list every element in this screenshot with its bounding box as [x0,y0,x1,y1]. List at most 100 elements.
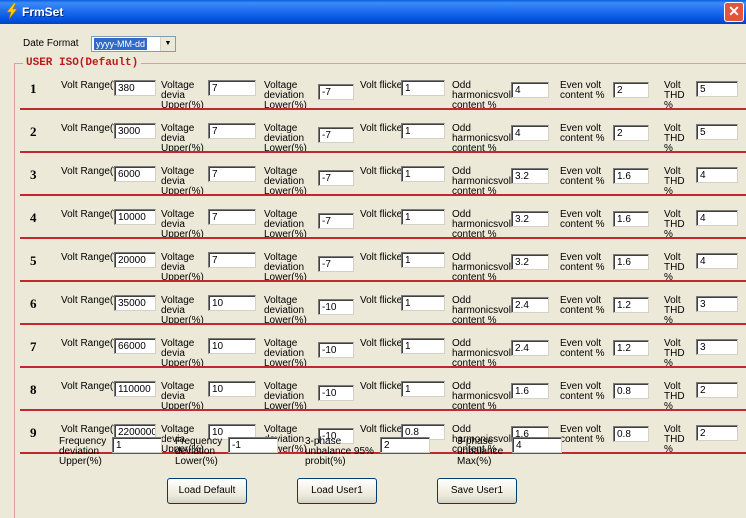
voltage-dev-upper-label-line: Voltage devia [161,338,195,359]
even-volt-label: Even volt content % [560,425,610,445]
odd-harmonics-input[interactable]: 2.4 [511,340,549,356]
even-volt-input[interactable]: 2 [613,82,649,98]
volt-range-label: Volt Range(V [61,424,120,435]
load-user1-button[interactable]: Load User1 [297,478,377,504]
even-volt-input[interactable]: 2 [613,125,649,141]
freq-lower-input[interactable]: -1 [228,437,278,453]
voltage-dev-upper-input[interactable]: 7 [208,80,256,96]
voltage-dev-lower-input[interactable]: -7 [318,256,354,272]
voltage-dev-upper-input[interactable]: 7 [208,166,256,182]
odd-harmonics-input[interactable]: 3.2 [511,168,549,184]
volt-thd-input[interactable]: 4 [696,253,738,269]
volt-range-input[interactable]: 3000 [114,123,156,139]
volt-flicker-label: Volt flicker [360,252,406,263]
volt-thd-input[interactable]: 5 [696,124,738,140]
save-user1-button[interactable]: Save User1 [437,478,517,504]
voltage-dev-upper-label: Voltage devia Upper(%) [161,296,213,326]
even-volt-input[interactable]: 1.2 [613,297,649,313]
voltage-dev-upper-label-line: Voltage devia [161,381,195,402]
odd-harmonics-input[interactable]: 3.2 [511,254,549,270]
odd-harmonics-input[interactable]: 1.6 [511,383,549,399]
volt-flicker-input[interactable]: 1 [401,295,445,311]
volt-thd-label: Volt THD % [664,124,694,154]
freq-upper-input[interactable]: 1 [112,437,162,453]
voltage-dev-lower-input[interactable]: -7 [318,213,354,229]
volt-thd-input[interactable]: 3 [696,296,738,312]
even-volt-label-line: content % [560,391,605,402]
odd-harmonics-label: Odd harmonicsvolt content % [452,296,514,326]
volt-flicker-input[interactable]: 1 [401,338,445,354]
row-separator [20,194,746,196]
volt-flicker-input[interactable]: 1 [401,123,445,139]
group-border-left [14,63,15,518]
row-number: 4 [30,210,37,225]
volt-range-label: Volt Range(V [61,295,120,306]
row-separator [20,108,746,110]
even-volt-label: Even volt content % [560,210,610,230]
close-button[interactable]: ✕ [724,2,744,22]
volt-thd-label: Volt THD % [664,210,694,240]
voltage-dev-upper-label-line: Voltage devia [161,209,195,230]
odd-harmonics-input[interactable]: 4 [511,125,549,141]
odd-harmonics-label: Odd harmonicsvolt content % [452,167,514,197]
even-volt-input[interactable]: 1.6 [613,211,649,227]
voltage-dev-upper-input[interactable]: 10 [208,295,256,311]
voltage-dev-lower-input[interactable]: -7 [318,127,354,143]
odd-harmonics-label: Odd harmonicsvolt content % [452,339,514,369]
volt-thd-input[interactable]: 2 [696,425,738,441]
volt-flicker-input[interactable]: 1 [401,209,445,225]
voltage-dev-upper-input[interactable]: 10 [208,338,256,354]
voltage-dev-lower-input[interactable]: -10 [318,342,354,358]
volt-range-input[interactable]: 110000 [114,381,156,397]
volt-flicker-input[interactable]: 1 [401,80,445,96]
freq-lower-label: Frequency deviation Lower(%) [175,436,223,467]
even-volt-input[interactable]: 1.6 [613,168,649,184]
voltage-dev-upper-label: Voltage devia Upper(%) [161,81,213,111]
volt-range-input[interactable]: 10000 [114,209,156,225]
odd-harmonics-input[interactable]: 3.2 [511,211,549,227]
voltage-dev-lower-input[interactable]: -7 [318,84,354,100]
voltage-dev-lower-input[interactable]: -10 [318,299,354,315]
volt-flicker-label: Volt flicker [360,424,406,435]
voltage-dev-upper-input[interactable]: 10 [208,381,256,397]
volt-flicker-label: Volt flicker [360,80,406,91]
chevron-down-icon[interactable]: ▼ [160,37,175,51]
volt-thd-input[interactable]: 4 [696,210,738,226]
voltage-dev-upper-input[interactable]: 7 [208,209,256,225]
row-number: 5 [30,253,37,268]
even-volt-input[interactable]: 0.8 [613,426,649,442]
voltage-dev-lower-label: Voltage deviation Lower(%) [264,81,314,111]
unbalance-max-input[interactable]: 4 [512,437,562,453]
even-volt-input[interactable]: 0.8 [613,383,649,399]
voltage-dev-upper-label: Voltage devia Upper(%) [161,167,213,197]
even-volt-input[interactable]: 1.2 [613,340,649,356]
group-title: USER ISO(Default) [23,57,142,69]
odd-harmonics-input[interactable]: 4 [511,82,549,98]
volt-thd-label: Volt THD % [664,167,694,197]
volt-range-input[interactable]: 380 [114,80,156,96]
volt-range-input[interactable]: 6000 [114,166,156,182]
volt-range-input[interactable]: 20000 [114,252,156,268]
volt-flicker-input[interactable]: 1 [401,381,445,397]
unbalance-95-input[interactable]: 2 [380,437,430,453]
date-format-label: Date Format [23,38,79,49]
voltage-dev-upper-input[interactable]: 7 [208,252,256,268]
voltage-dev-upper-input[interactable]: 7 [208,123,256,139]
odd-harmonics-input[interactable]: 2.4 [511,297,549,313]
volt-range-input[interactable]: 35000 [114,295,156,311]
volt-flicker-input[interactable]: 1 [401,166,445,182]
date-format-select[interactable]: yyyy-MM-dd ▼ [91,36,176,52]
volt-flicker-input[interactable]: 1 [401,252,445,268]
voltage-dev-lower-input[interactable]: -10 [318,385,354,401]
even-volt-label-line: content % [560,305,605,316]
voltage-dev-lower-input[interactable]: -7 [318,170,354,186]
load-default-button[interactable]: Load Default [167,478,247,504]
row-separator [20,409,746,411]
volt-thd-input[interactable]: 2 [696,382,738,398]
even-volt-input[interactable]: 1.6 [613,254,649,270]
volt-thd-input[interactable]: 3 [696,339,738,355]
volt-thd-input[interactable]: 5 [696,81,738,97]
volt-range-input[interactable]: 66000 [114,338,156,354]
volt-thd-label: Volt THD % [664,253,694,283]
volt-thd-input[interactable]: 4 [696,167,738,183]
